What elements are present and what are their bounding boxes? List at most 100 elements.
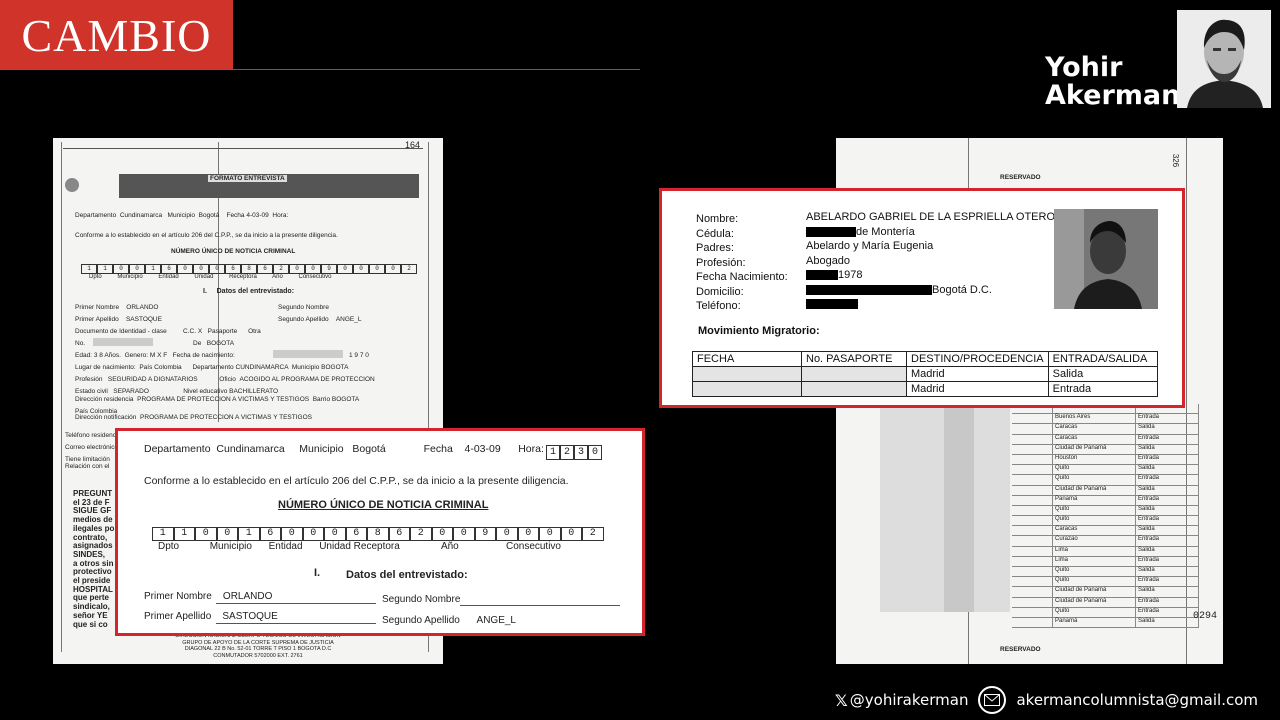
conforme-text-zoom: Conforme a lo establecido en el artículo… bbox=[144, 475, 569, 487]
digit-box: 0 bbox=[496, 527, 518, 541]
mail-icon bbox=[978, 686, 1007, 714]
twitter-handle[interactable]: @yohirakerman bbox=[850, 691, 969, 709]
table-row: Panamá Salida bbox=[1012, 617, 1199, 629]
email-address[interactable]: akermancolumnista@gmail.com bbox=[1016, 691, 1258, 709]
digit-box: 0 bbox=[195, 527, 217, 541]
digit-box: 0 bbox=[193, 264, 209, 274]
digit-box: 2 bbox=[273, 264, 289, 274]
document-footer: DIRECCION NACIONAL CUERPO TECNICO DE INV… bbox=[175, 633, 341, 659]
noticia-digits-zoom: 110016000686200900002 bbox=[152, 527, 604, 541]
section-number: I. bbox=[203, 288, 207, 295]
segundo-apellido-zoom: ANGE_L bbox=[476, 615, 516, 626]
segundo-apellido-value: ANGE_L bbox=[335, 316, 362, 323]
section-number-zoom: I. bbox=[314, 567, 321, 579]
table-row: Quito Entrada bbox=[1012, 516, 1199, 527]
cambio-logo: CAMBIO bbox=[0, 0, 233, 70]
nombre-value: ABELARDO GABRIEL DE LA ESPRIELLA OTERO bbox=[806, 211, 1056, 223]
digit-box: 6 bbox=[257, 264, 273, 274]
section-title: Datos del entrevistado: bbox=[216, 288, 295, 295]
movement-heading: Movimiento Migratorio: bbox=[698, 325, 820, 337]
fecha-value: 4-03-09 bbox=[246, 212, 269, 219]
segundo-nombre-label: Segundo Nombre bbox=[278, 304, 329, 311]
col-destino: DESTINO/PROCEDENCIA bbox=[906, 351, 1049, 367]
migration-table: FECHA No. PASAPORTE DESTINO/PROCEDENCIA … bbox=[692, 351, 1158, 397]
subject-photo bbox=[1054, 209, 1158, 309]
table-row: Houston Entrada bbox=[1012, 454, 1199, 466]
digit-box: 0 bbox=[560, 527, 582, 541]
digit-box: 0 bbox=[209, 264, 225, 274]
digit-box: 0 bbox=[337, 264, 353, 274]
digit-box: 2 bbox=[582, 527, 604, 541]
noticia-labels-zoom: Dpto Municipio Entidad Unidad Receptora … bbox=[158, 541, 561, 552]
author-last-name: Akerman bbox=[1045, 80, 1181, 111]
digit-box: 9 bbox=[474, 527, 496, 541]
conforme-text: Conforme a lo establecido en el artículo… bbox=[75, 232, 338, 239]
reserved-bottom: RESERVADO bbox=[1000, 646, 1041, 653]
digit-box: 6 bbox=[345, 527, 367, 541]
digit-box: 0 bbox=[281, 527, 303, 541]
digit-box: 0 bbox=[353, 264, 369, 274]
muni-value: Bogotá bbox=[198, 212, 220, 219]
digit-box: 0 bbox=[324, 527, 346, 541]
noticia-title: NÚMERO ÚNICO DE NOTICIA CRIMINAL bbox=[171, 248, 296, 255]
col-pasaporte: No. PASAPORTE bbox=[801, 351, 907, 367]
digit-box: 3 bbox=[574, 445, 588, 460]
digit-box: 2 bbox=[560, 445, 574, 460]
digit-box: 6 bbox=[388, 527, 410, 541]
table-row: Ciudad de Panamá Salida bbox=[1012, 485, 1199, 496]
header-rule bbox=[233, 69, 640, 70]
primer-nombre-value: ORLANDO bbox=[126, 304, 159, 311]
x-logo-icon: 𝕏 bbox=[834, 690, 848, 710]
table-row: Quito Salida bbox=[1012, 567, 1199, 578]
digit-box: 0 bbox=[302, 527, 324, 541]
table-row: Buenos Aires Entrada bbox=[1012, 414, 1199, 425]
reserved-top: RESERVADO bbox=[1000, 174, 1041, 181]
contact-footer: 𝕏 @yohirakerman akermancolumnista@gmail.… bbox=[835, 686, 1258, 714]
table-row: Curazao Entrada bbox=[1012, 536, 1199, 547]
table-row: Lima Salida bbox=[1012, 546, 1199, 557]
table-row: Quito Entrada bbox=[1012, 577, 1199, 588]
digit-box: 1 bbox=[152, 527, 174, 541]
table-row: Quito Salida bbox=[1012, 465, 1199, 476]
table-row: Ciudad de Panamá Entrada bbox=[1012, 597, 1199, 608]
table-row: Caracas Salida bbox=[1012, 424, 1199, 435]
page-number-right: 326 bbox=[1171, 153, 1181, 168]
narrative-line: que si co bbox=[73, 619, 108, 629]
digit-box: 0 bbox=[517, 527, 539, 541]
digit-box: 0 bbox=[588, 445, 602, 460]
page-stamp: 0294 bbox=[1193, 611, 1218, 622]
table-row: Quito Salida bbox=[1012, 505, 1199, 517]
table-row: Madrid Entrada bbox=[692, 381, 1158, 397]
digit-box: 0 bbox=[177, 264, 193, 274]
table-row: Madrid Salida bbox=[692, 366, 1158, 382]
table-row: Caracas Salida bbox=[1012, 526, 1199, 537]
digit-box: 1 bbox=[81, 264, 97, 274]
noticia-digits: 110016000686200900002 bbox=[81, 264, 417, 274]
table-row: Ciudad de Panamá Salida bbox=[1012, 587, 1199, 598]
narrative-text: PREGUNT el 23 de F SIGUE GF medios de ilegal… bbox=[73, 489, 114, 629]
digit-box: 0 bbox=[113, 264, 129, 274]
digit-box: 0 bbox=[216, 527, 238, 541]
primer-nombre-zoom: ORLANDO bbox=[222, 591, 273, 602]
personal-labels: Nombre: Cédula: Padres: Profesión: Fecha… bbox=[696, 213, 788, 312]
table-row: Caracas Entrada bbox=[1012, 434, 1199, 445]
digit-box: 0 bbox=[431, 527, 453, 541]
fecha-label: Fecha bbox=[226, 212, 245, 219]
digit-box: 0 bbox=[289, 264, 305, 274]
digit-box: 0 bbox=[539, 527, 561, 541]
interview-form-highlight: Departamento Cundinamarca Municipio Bogo… bbox=[115, 428, 645, 636]
col-entrada-salida: ENTRADA/SALIDA bbox=[1047, 351, 1158, 367]
digit-box: 6 bbox=[161, 264, 177, 274]
primer-apellido-zoom: SASTOQUE bbox=[222, 611, 278, 622]
migration-record-highlight: Nombre: Cédula: Padres: Profesión: Fecha… bbox=[659, 188, 1185, 408]
digit-box: 1 bbox=[145, 264, 161, 274]
digit-box: 0 bbox=[129, 264, 145, 274]
coat-of-arms-icon bbox=[65, 178, 79, 192]
col-fecha: FECHA bbox=[692, 351, 802, 367]
author-photo bbox=[1177, 10, 1271, 108]
migration-lower-rows: Buenos AiresSalidaBuenos AiresEntradaCar… bbox=[1012, 404, 1199, 629]
digit-box: 2 bbox=[410, 527, 432, 541]
digit-box: 0 bbox=[385, 264, 401, 274]
digit-box: 1 bbox=[546, 445, 560, 460]
digit-box: 0 bbox=[369, 264, 385, 274]
